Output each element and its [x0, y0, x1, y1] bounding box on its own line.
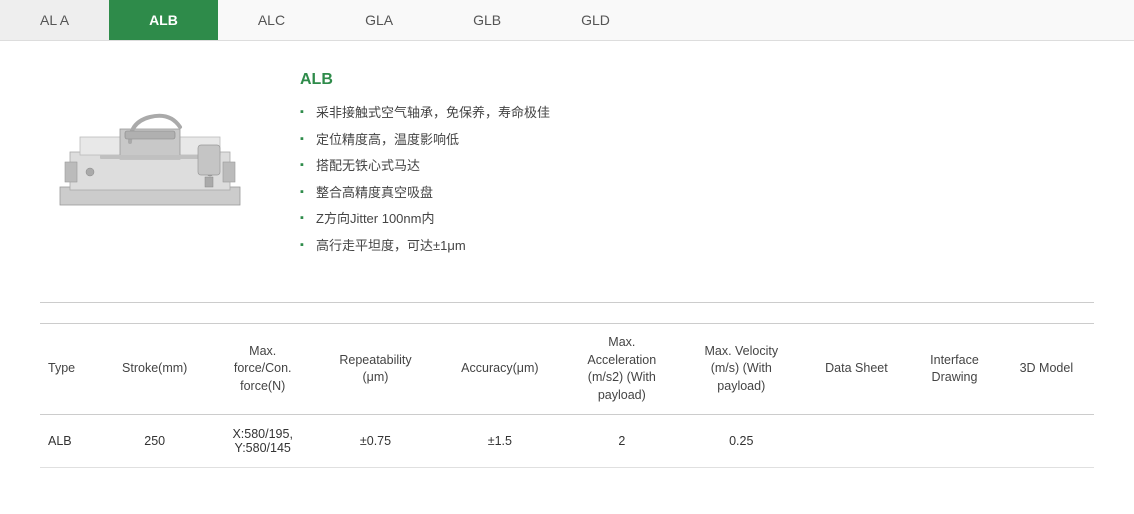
features-list: 采非接触式空气轴承，免保养，寿命极佳 定位精度高，温度影响低 搭配无铁心式马达 …: [300, 103, 1094, 255]
feature-item: 定位精度高，温度影响低: [300, 130, 1094, 150]
cell-interface-drawing: [910, 415, 999, 468]
content-area: ALB 采非接触式空气轴承，免保养，寿命极佳 定位精度高，温度影响低 搭配无铁心…: [0, 41, 1134, 498]
tab-alb[interactable]: ALB: [109, 0, 218, 40]
cell-max-accel: 2: [564, 415, 680, 468]
cell-data-sheet: [803, 415, 911, 468]
cell-type: ALB: [40, 415, 99, 468]
tab-gld[interactable]: GLD: [541, 0, 650, 40]
cell-repeatability: ±0.75: [315, 415, 436, 468]
tab-ala[interactable]: AL A: [0, 0, 109, 40]
cell-3d-model: [999, 415, 1094, 468]
cell-max-vel: 0.25: [680, 415, 803, 468]
specs-section: Type Stroke(mm) Max.force/Con.force(N) R…: [40, 323, 1094, 468]
col-type: Type: [40, 324, 99, 415]
feature-item: 采非接触式空气轴承，免保养，寿命极佳: [300, 103, 1094, 123]
tab-bar: AL A ALB ALC GLA GLB GLD: [0, 0, 1134, 41]
tab-gla[interactable]: GLA: [325, 0, 433, 40]
section-divider: [40, 302, 1094, 303]
tab-alc[interactable]: ALC: [218, 0, 325, 40]
col-max-force: Max.force/Con.force(N): [210, 324, 315, 415]
product-title: ALB: [300, 71, 1094, 89]
col-interface-drawing: InterfaceDrawing: [910, 324, 999, 415]
col-repeatability: Repeatability(μm): [315, 324, 436, 415]
col-3d-model: 3D Model: [999, 324, 1094, 415]
col-max-accel: Max.Acceleration(m/s2) (Withpayload): [564, 324, 680, 415]
feature-item: Z方向Jitter 100nm内: [300, 209, 1094, 229]
product-info: ALB 采非接触式空气轴承，免保养，寿命极佳 定位精度高，温度影响低 搭配无铁心…: [300, 71, 1094, 262]
table-header-row: Type Stroke(mm) Max.force/Con.force(N) R…: [40, 324, 1094, 415]
feature-item: 搭配无铁心式马达: [300, 156, 1094, 176]
feature-item: 整合高精度真空吸盘: [300, 183, 1094, 203]
product-image: [40, 71, 260, 262]
feature-item: 高行走平坦度，可达±1μm: [300, 236, 1094, 256]
cell-stroke: 250: [99, 415, 210, 468]
product-section: ALB 采非接触式空气轴承，免保养，寿命极佳 定位精度高，温度影响低 搭配无铁心…: [40, 71, 1094, 262]
cell-max-force: X:580/195,Y:580/145: [210, 415, 315, 468]
col-data-sheet: Data Sheet: [803, 324, 911, 415]
table-row: ALB 250 X:580/195,Y:580/145 ±0.75 ±1.5 2…: [40, 415, 1094, 468]
col-accuracy: Accuracy(μm): [436, 324, 564, 415]
tab-glb[interactable]: GLB: [433, 0, 541, 40]
specs-table: Type Stroke(mm) Max.force/Con.force(N) R…: [40, 323, 1094, 468]
col-stroke: Stroke(mm): [99, 324, 210, 415]
col-max-vel: Max. Velocity(m/s) (Withpayload): [680, 324, 803, 415]
cell-accuracy: ±1.5: [436, 415, 564, 468]
